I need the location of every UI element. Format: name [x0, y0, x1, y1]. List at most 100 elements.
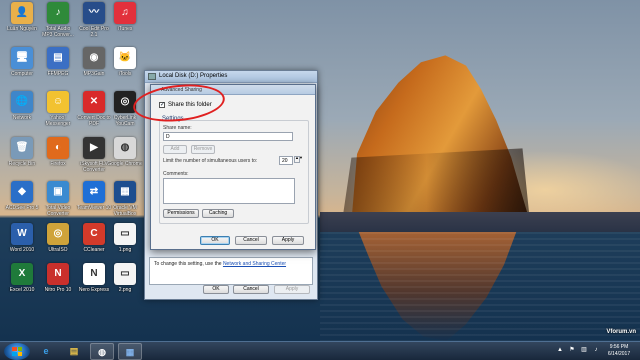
computer-icon: 🖥 — [11, 47, 33, 69]
user-folder-icon: 👤 — [11, 2, 33, 24]
desktop-icon-label: Total Video Converter — [45, 205, 71, 217]
nitro-icon: N — [47, 263, 69, 285]
desktop-icon[interactable]: ◐ Firefox — [40, 137, 76, 167]
comments-field[interactable] — [163, 178, 295, 204]
network-icon: 🌐 — [11, 91, 33, 113]
desktop-icon[interactable]: 👤 Luân Nguyễn — [4, 2, 40, 32]
desktop-icon-label: Total Audio MP3 Conver... — [42, 26, 74, 38]
limit-users-field[interactable]: 20 — [279, 156, 293, 165]
comments-label: Comments: — [163, 171, 189, 177]
desktop-icon-label: Computer — [11, 71, 33, 77]
virtualbox-icon: ▦ — [114, 181, 136, 203]
advanced-cancel-button[interactable]: Cancel — [235, 236, 267, 245]
desktop-icon[interactable]: 🗑 Recycle Bin — [4, 137, 40, 167]
show-hidden-icons-icon[interactable]: ▲ — [556, 346, 564, 354]
flag-icon[interactable]: ⚑ — [568, 346, 576, 354]
desktop-icon-label: FFMPEG — [47, 71, 69, 77]
properties-apply-button[interactable]: Apply — [274, 285, 310, 294]
watermark-text: Vforum.vn — [606, 329, 636, 335]
waveform-icon: 〰 — [83, 2, 105, 24]
desktop-icon[interactable]: W Word 2010 — [4, 223, 40, 253]
png-file-icon: ▭ — [114, 223, 136, 245]
desktop-icon-label: Excel 2010 — [9, 287, 35, 293]
add-share-button[interactable]: Add — [163, 145, 187, 154]
desktop-icon-label: Google Chrome — [107, 161, 143, 167]
desktop-icon[interactable]: ♫ iTunes — [107, 2, 143, 32]
volume-icon[interactable]: ♪ — [592, 346, 600, 354]
itools-icon: 🐱 — [114, 47, 136, 69]
desktop-icon[interactable]: ☺ Yahoo! Messenger — [40, 91, 76, 127]
share-name-label: Share name: — [163, 125, 192, 131]
desktop-icon[interactable]: ▦ Oracle VM VirtualBox — [107, 181, 143, 217]
desktop-icon[interactable]: ◆ ACDSee Pro 5 — [4, 181, 40, 211]
mp3gain-icon: ◉ — [83, 47, 105, 69]
advanced-apply-button[interactable]: Apply — [272, 236, 304, 245]
ultraiso-icon: ◎ — [47, 223, 69, 245]
desktop-icon[interactable]: 🖥 Computer — [4, 47, 40, 77]
desktop-icon[interactable]: ▤ FFMPEG — [40, 47, 76, 77]
recycle-bin-icon: 🗑 — [11, 137, 33, 159]
desktop-icon[interactable]: ◍ Google Chrome — [107, 137, 143, 167]
video-converter-icon: ▣ — [47, 181, 69, 203]
excel-icon: X — [11, 263, 33, 285]
wallpaper-beach — [320, 212, 640, 232]
desktop-icon[interactable]: ♪ Total Audio MP3 Conver... — [40, 2, 76, 38]
system-tray: ▲ ⚑ ▥ ♪ — [556, 346, 600, 357]
desktop-icon-label: Luân Nguyễn — [7, 26, 37, 32]
desktop-icon-label: 2.png — [118, 287, 132, 293]
share-name-field[interactable]: D — [163, 132, 293, 141]
properties-cancel-button[interactable]: Cancel — [233, 285, 269, 294]
windows-logo-icon — [12, 347, 22, 356]
network-tray-icon[interactable]: ▥ — [580, 346, 588, 354]
desktop-icon[interactable]: ◎ UltraISO — [40, 223, 76, 253]
nero-icon: N — [83, 263, 105, 285]
limit-users-label: Limit the number of simultaneous users t… — [163, 158, 258, 164]
drive-icon — [148, 73, 156, 80]
limit-users-spinner[interactable]: ▲▼ — [294, 156, 303, 163]
desktop-icon-label: UltraISO — [48, 247, 68, 253]
convert-doc-icon: ✕ — [83, 91, 105, 113]
properties-ok-button[interactable]: OK — [203, 285, 229, 294]
desktop-icon-label: Word 2010 — [9, 247, 35, 253]
desktop-icon-label: iTunes — [117, 26, 133, 32]
firefox-icon: ◐ — [47, 137, 69, 159]
chrome-icon: ◍ — [114, 137, 136, 159]
properties-titlebar[interactable]: Local Disk (D:) Properties — [145, 71, 317, 83]
desktop-icon-label: Yahoo! Messenger — [45, 115, 71, 127]
permissions-button[interactable]: Permissions — [163, 209, 199, 218]
png-file-icon: ▭ — [114, 263, 136, 285]
word-icon: W — [11, 223, 33, 245]
desktop-icon-label: 1.png — [118, 247, 132, 253]
info-text: To change this setting, use the — [154, 261, 222, 267]
desktop-icon[interactable]: N Nitro Pro 10 — [40, 263, 76, 293]
caching-button[interactable]: Caching — [202, 209, 234, 218]
wallpaper-water — [320, 232, 640, 341]
taskbar-ie-icon[interactable]: e — [34, 343, 58, 360]
desktop-icon[interactable]: 🌐 Network — [4, 91, 40, 121]
clock-time: 9:56 PM — [609, 344, 629, 350]
network-sharing-center-link[interactable]: Network and Sharing Center — [223, 261, 286, 267]
desktop-icon[interactable]: 🐱 iTools — [107, 47, 143, 77]
clock[interactable]: 9:56 PM 6/14/2017 — [601, 344, 637, 358]
desktop-icon[interactable]: ▭ 2.png — [107, 263, 143, 293]
desktop-icon-label: ACDSee Pro 5 — [5, 205, 39, 211]
desktop-icon-label: Firefox — [50, 161, 66, 167]
advanced-ok-button[interactable]: OK — [200, 236, 230, 245]
desktop-icon-label: Recycle Bin — [8, 161, 36, 167]
desktop-icon-label: Network — [12, 115, 32, 121]
itunes-icon: ♫ — [114, 2, 136, 24]
desktop: 👤 Luân Nguyễn ♪ Total Audio MP3 Conver... 〰 C… — [0, 0, 640, 341]
desktop-icon[interactable]: ▭ 1.png — [107, 223, 143, 253]
taskbar-explorer-icon[interactable]: ▤ — [62, 343, 86, 360]
desktop-icon-label: Oracle VM VirtualBox — [113, 205, 137, 217]
taskbar-chrome-icon[interactable]: ◍ — [90, 343, 114, 360]
music-note-icon: ♪ — [47, 2, 69, 24]
taskbar-virtualbox-icon[interactable]: ▦ — [118, 343, 142, 360]
desktop-icon[interactable]: ▣ Total Video Converter — [40, 181, 76, 217]
properties-title: Local Disk (D:) Properties — [159, 73, 228, 79]
remove-share-button[interactable]: Remove — [191, 145, 215, 154]
desktop-icon[interactable]: X Excel 2010 — [4, 263, 40, 293]
network-sharing-info: To change this setting, use the Network … — [149, 257, 313, 285]
flv-converter-icon: ▶ — [83, 137, 105, 159]
start-button[interactable] — [4, 343, 30, 360]
